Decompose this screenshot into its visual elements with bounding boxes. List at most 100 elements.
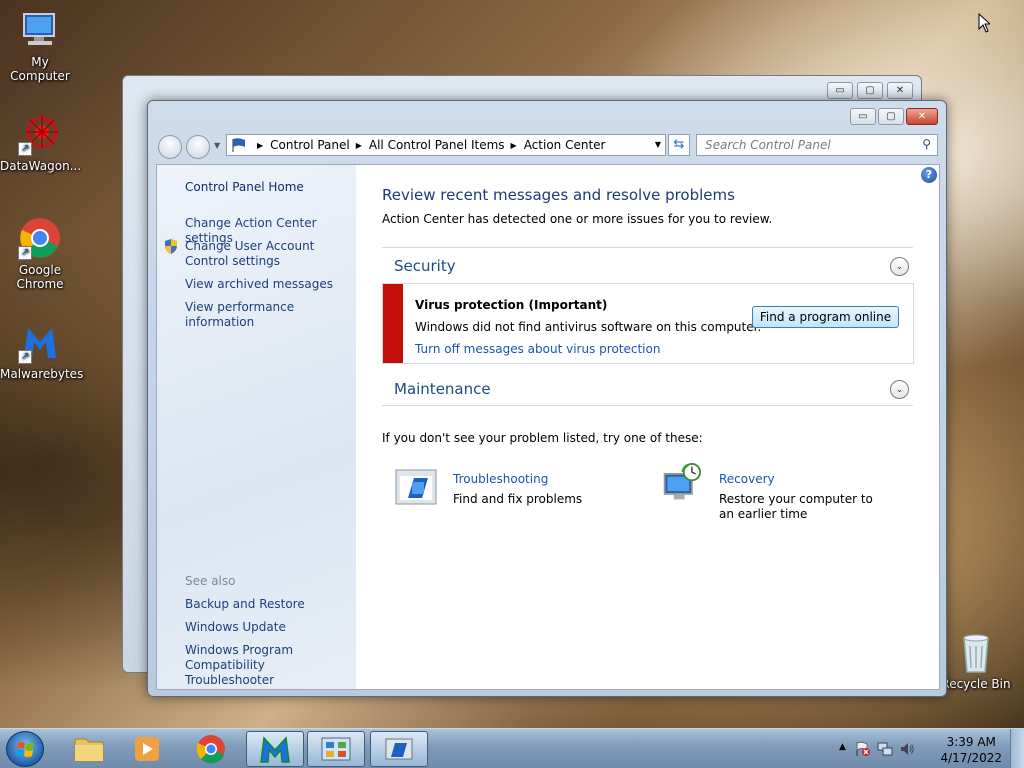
- clock-time: 3:39 AM: [946, 735, 996, 749]
- taskbar-control-panel[interactable]: [307, 731, 365, 767]
- hint-text: If you don't see your problem listed, tr…: [382, 431, 703, 445]
- clock[interactable]: 3:39 AM 4/17/2022: [940, 734, 1002, 766]
- breadcrumb-control-panel[interactable]: Control Panel: [270, 138, 350, 152]
- uac-shield-icon: [165, 239, 177, 254]
- start-button[interactable]: [6, 731, 44, 767]
- sidebar: Control Panel Home Change Action Center …: [157, 165, 356, 689]
- sidebar-view-archived-messages[interactable]: View archived messages: [185, 277, 333, 292]
- breadcrumb-separator-icon: ▶: [257, 140, 264, 150]
- troubleshooting-description: Find and fix problems: [453, 492, 583, 506]
- page-subtitle: Action Center has detected one or more i…: [382, 212, 773, 226]
- show-hidden-icons-icon[interactable]: ▲: [839, 742, 846, 752]
- malwarebytes-icon: [260, 736, 290, 763]
- virus-protection-alert: Virus protection (Important) Windows did…: [382, 283, 914, 364]
- shortcut-arrow-icon: ↗: [18, 142, 32, 156]
- maximize-button[interactable]: ▢: [878, 108, 904, 125]
- see-also-windows-update[interactable]: Windows Update: [185, 620, 286, 635]
- system-tray: ▲ 3:39 AM 4/17/2022: [839, 729, 1024, 768]
- forward-button[interactable]: [186, 135, 210, 159]
- minimize-button[interactable]: ▭: [850, 108, 876, 125]
- taskbar-chrome[interactable]: [182, 731, 240, 767]
- taskbar-malwarebytes[interactable]: [246, 731, 304, 767]
- action-center-flag-icon[interactable]: [855, 741, 871, 757]
- troubleshooting-link[interactable]: Troubleshooting: [453, 472, 548, 486]
- minimize-icon[interactable]: ▭: [827, 82, 853, 99]
- sidebar-control-panel-home[interactable]: Control Panel Home: [185, 180, 304, 195]
- address-bar[interactable]: ▶ Control Panel ▶ All Control Panel Item…: [226, 134, 666, 156]
- maintenance-label: Maintenance: [394, 380, 491, 398]
- refresh-icon[interactable]: ⇆: [668, 134, 690, 156]
- security-label: Security: [394, 257, 456, 275]
- chrome-icon: ↗: [18, 216, 62, 260]
- desktop-icon-label: My Computer: [10, 55, 70, 83]
- sidebar-view-performance-info[interactable]: View performance information: [185, 300, 356, 330]
- close-icon[interactable]: ✕: [887, 82, 913, 99]
- folder-icon: [74, 738, 104, 762]
- troubleshooting-icon[interactable]: [394, 468, 438, 508]
- desktop-icon-label: Recycle Bin: [941, 677, 1011, 691]
- search-icon[interactable]: ⚲: [922, 137, 931, 151]
- shortcut-arrow-icon: ↗: [18, 246, 32, 260]
- security-section-header[interactable]: Security ⌄: [382, 247, 913, 282]
- address-dropdown-icon[interactable]: ▼: [655, 140, 661, 149]
- recent-pages-dropdown-icon[interactable]: ▼: [214, 141, 220, 150]
- chevron-down-icon[interactable]: ⌄: [890, 257, 909, 276]
- network-icon[interactable]: [877, 741, 893, 757]
- recovery-description: Restore your computer to an earlier time: [719, 492, 873, 521]
- mouse-cursor-icon: [978, 13, 990, 33]
- computer-icon: [18, 8, 62, 52]
- search-input[interactable]: Search Control Panel ⚲: [696, 134, 938, 156]
- back-button[interactable]: [158, 135, 182, 159]
- control-panel-flag-icon: [232, 138, 245, 152]
- navigation-bar: ▼ ▶ Control Panel ▶ All Control Panel It…: [156, 133, 938, 159]
- desktop-icon-datawagon[interactable]: ↗ DataWagon...: [0, 112, 82, 173]
- breadcrumb-action-center[interactable]: Action Center: [524, 138, 606, 152]
- desktop-icon-label: Google Chrome: [16, 263, 64, 291]
- volume-icon[interactable]: [899, 741, 915, 757]
- alert-description: Windows did not find antivirus software …: [415, 320, 762, 334]
- datawagon-icon: ↗: [18, 112, 62, 156]
- maintenance-section-header[interactable]: Maintenance ⌄: [382, 371, 913, 406]
- recovery-link[interactable]: Recovery: [719, 472, 775, 486]
- page-title: Review recent messages and resolve probl…: [382, 186, 735, 204]
- control-panel-icon: [321, 737, 351, 761]
- taskbar-media-player[interactable]: [118, 731, 176, 767]
- recycle-bin-icon: [954, 630, 998, 674]
- breadcrumb-all-items[interactable]: All Control Panel Items: [369, 138, 505, 152]
- breadcrumb-separator-icon: ▶: [510, 140, 517, 150]
- sidebar-change-uac-settings[interactable]: Change User Account Control settings: [185, 239, 353, 269]
- window-app-icon: [385, 738, 413, 760]
- alert-severity-bar: [383, 284, 403, 363]
- breadcrumb-separator-icon: ▶: [355, 140, 362, 150]
- action-center-window[interactable]: ▭ ▢ ✕ ▼ ▶ Control Panel ▶ All Control Pa…: [147, 100, 947, 697]
- chevron-down-icon[interactable]: ⌄: [890, 380, 909, 399]
- malwarebytes-icon: ↗: [18, 320, 62, 364]
- see-also-backup-restore[interactable]: Backup and Restore: [185, 597, 305, 612]
- see-also-label: See also: [185, 574, 236, 588]
- desktop-icon-chrome[interactable]: ↗ Google Chrome: [0, 216, 80, 291]
- see-also-compat-troubleshooter[interactable]: Windows Program Compatibility Troublesho…: [185, 643, 350, 688]
- desktop-icon-label: DataWagon...: [0, 159, 82, 173]
- windows-logo-icon: [16, 742, 34, 757]
- taskbar-window-app[interactable]: [370, 731, 428, 767]
- close-button[interactable]: ✕: [906, 108, 938, 125]
- taskbar: ▲ 3:39 AM 4/17/2022: [0, 728, 1024, 768]
- clock-date: 4/17/2022: [940, 751, 1002, 765]
- desktop-icon-my-computer[interactable]: My Computer: [0, 8, 80, 83]
- find-program-online-button[interactable]: Find a program online: [752, 306, 899, 328]
- show-desktop-button[interactable]: [1010, 729, 1024, 768]
- media-player-icon: [135, 737, 159, 761]
- main-panel: ? Review recent messages and resolve pro…: [356, 165, 939, 689]
- turn-off-messages-link[interactable]: Turn off messages about virus protection: [415, 342, 660, 356]
- maximize-icon[interactable]: ▢: [857, 82, 883, 99]
- help-icon[interactable]: ?: [921, 167, 937, 183]
- chrome-icon: [196, 735, 225, 764]
- search-placeholder: Search Control Panel: [705, 138, 831, 152]
- content-area: Control Panel Home Change Action Center …: [156, 164, 940, 690]
- recovery-icon[interactable]: [659, 463, 703, 503]
- shortcut-arrow-icon: ↗: [18, 350, 32, 364]
- desktop-icon-malwarebytes[interactable]: ↗ Malwarebytes: [0, 320, 83, 381]
- taskbar-explorer[interactable]: [60, 731, 118, 767]
- alert-title: Virus protection (Important): [415, 298, 608, 312]
- desktop-icon-recycle-bin[interactable]: Recycle Bin: [936, 630, 1016, 691]
